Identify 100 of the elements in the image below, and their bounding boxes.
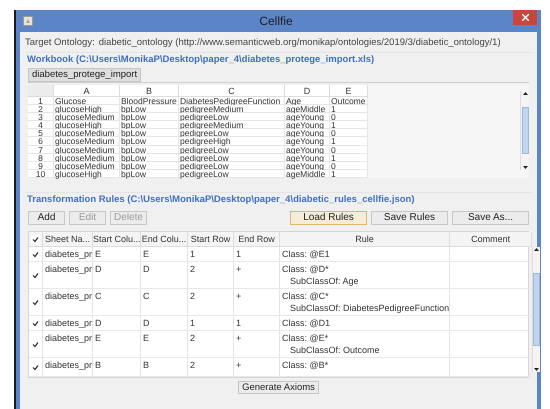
checkmark-icon [32, 340, 39, 348]
checkmark-icon [32, 272, 39, 278]
up-arrow-icon [522, 92, 528, 95]
row-number: 2 [28, 105, 54, 114]
toolbar-button[interactable]: Save Rules [371, 211, 448, 225]
grid-cell: Age [285, 97, 330, 106]
grid-cell: Glucose [54, 97, 120, 106]
target-ontology-label: Target Ontology: [25, 36, 95, 50]
column-header: End Colu... [141, 232, 188, 246]
rule-line: Class: @C* [282, 290, 330, 302]
table-cell: D [95, 263, 102, 275]
table-cell: + [236, 359, 242, 371]
table-cell: B [143, 359, 150, 371]
column-header: D [285, 85, 330, 97]
generate-axioms-button[interactable]: Generate Axioms [238, 381, 319, 394]
window-title: Cellfie [258, 13, 294, 30]
close-icon [522, 14, 528, 21]
rule-line: SubClassOf: Age [289, 275, 360, 287]
grid-cell: Outcome [330, 97, 368, 106]
grid-cell: ageYoung [285, 121, 330, 130]
grid-cell: pedigreeLow [179, 129, 285, 138]
table-cell: D [95, 317, 102, 329]
table-cell: 2 [190, 290, 196, 302]
rule-line: Class: @D* [282, 263, 330, 275]
app-icon [23, 16, 33, 26]
grid-cell: 0 [330, 129, 368, 138]
table-cell: E [143, 332, 150, 344]
toolbar-button[interactable]: Save As... [452, 211, 529, 225]
toolbar-button[interactable]: Load Rules [290, 211, 367, 225]
section-title: Transformation Rules (C:\Users\MonikaP\Desktop\paper_4\diabetic_rules_cellfie.json) [25, 192, 532, 206]
grid-cell: ageYoung [285, 129, 330, 138]
row-number: 1 [28, 97, 54, 106]
down-arrow-icon [522, 166, 528, 169]
column-header: Start Colu... [93, 232, 141, 246]
scrollbar[interactable] [520, 91, 529, 170]
grid-cell: BloodPressure [120, 97, 179, 106]
rule-line: Class: @B* [282, 359, 330, 371]
row-number: 3 [28, 113, 54, 122]
table-cell: 1 [190, 248, 196, 260]
grid-cell: ageYoung [285, 137, 330, 146]
row-number: 4 [28, 121, 54, 130]
column-header: Comment [450, 232, 532, 246]
column-header: Rule [280, 232, 450, 246]
table-cell: diabetes_pr [45, 290, 92, 302]
scrollbar-thumb[interactable] [522, 107, 528, 154]
grid-cell: bpLow [120, 113, 179, 122]
checkmark-icon [32, 320, 39, 326]
table-cell: 2 [190, 263, 196, 275]
grid-cell: pedigreeMedium [179, 121, 285, 130]
grid-cell: bpLow [120, 105, 179, 114]
rule-line: SubClassOf: Outcome [289, 344, 381, 356]
grid-cell: 1 [330, 121, 368, 130]
close-button[interactable] [513, 10, 537, 25]
column-header: B [120, 85, 179, 97]
table-cell: + [236, 263, 242, 275]
table-cell: diabetes_pr [45, 359, 92, 371]
row-number: 5 [28, 129, 54, 138]
scrollbar-thumb[interactable] [533, 272, 540, 346]
checkmark-icon [32, 236, 39, 242]
grid-cell: 1 [330, 105, 368, 114]
table-cell: diabetes_pr [45, 248, 92, 260]
grid-cell: 0 [330, 113, 368, 122]
grid-cell: glucoseMedium [54, 113, 120, 122]
grid-cell: 1 [330, 137, 368, 146]
checkbox[interactable] [31, 234, 40, 244]
checkbox[interactable] [31, 318, 40, 328]
table-cell: E [95, 332, 102, 344]
checkbox[interactable] [31, 250, 40, 258]
grid-cell: ageMiddle [285, 105, 330, 114]
toolbar-button[interactable]: Add [28, 211, 65, 225]
table-cell: E [95, 248, 102, 260]
table-cell: 2 [190, 332, 196, 344]
column-header: A [54, 85, 120, 97]
grid-cell: pedigreeLow [179, 113, 285, 122]
checkbox[interactable] [31, 270, 40, 280]
sheet-tab[interactable]: diabetes_protege_import [28, 68, 142, 82]
column-header: E [330, 85, 368, 97]
rule-line: SubClassOf: DiabetesPedigreeFunction [289, 302, 450, 314]
table-cell: diabetes_pr [45, 263, 92, 275]
grid-cell: pedigreeHigh [179, 137, 285, 146]
checkmark-icon [32, 250, 39, 258]
checkmark-icon [32, 298, 39, 306]
scrollbar[interactable] [532, 247, 540, 372]
column-header: Start Row [188, 232, 234, 246]
checkbox[interactable] [31, 340, 40, 348]
column-header: Sheet Na... [43, 232, 93, 246]
checkbox[interactable] [31, 362, 40, 372]
rule-line: Class: @E1 [282, 248, 331, 260]
grid-cell: glucoseHigh [54, 105, 120, 114]
grid-cell: DiabetesPedigreeFunction [179, 97, 285, 106]
checkmark-icon [32, 364, 39, 370]
grid-cell: ageYoung [285, 113, 330, 122]
grid-cell: glucoseMedium [54, 129, 120, 138]
table-cell: C [95, 290, 102, 302]
checkbox[interactable] [31, 298, 40, 306]
section-title: Workbook (C:\Users\MonikaP\Desktop\paper_4\diabetes_protege_import.xls) [25, 52, 532, 66]
table-cell: 1 [190, 317, 196, 329]
table-cell: 2 [190, 359, 196, 371]
rule-line: Class: @D1 [282, 317, 332, 329]
column-header: C [179, 85, 285, 97]
